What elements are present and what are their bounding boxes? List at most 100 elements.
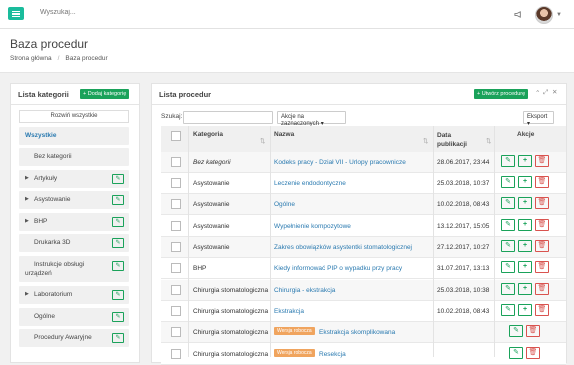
edit-icon[interactable]: ✎ xyxy=(112,312,124,322)
row-name-link[interactable]: Wypełnienie kompozytowe xyxy=(274,223,351,230)
row-checkbox[interactable] xyxy=(171,242,181,252)
caret-right-icon[interactable]: ▶ xyxy=(25,291,29,297)
trash-icon[interactable]: 🗑 xyxy=(535,219,549,231)
add-category-button[interactable]: + Dodaj kategorię xyxy=(80,89,130,99)
edit-icon[interactable]: ✎ xyxy=(501,155,515,167)
export-dropdown[interactable]: Eksport ▾ xyxy=(523,111,554,127)
category-laboratory[interactable]: ▶ Laboratorium ✎ xyxy=(19,286,129,304)
edit-icon[interactable]: ✎ xyxy=(501,197,515,209)
row-checkbox[interactable] xyxy=(171,221,181,231)
caret-right-icon[interactable]: ▶ xyxy=(25,196,29,202)
row-name-link[interactable]: Kiedy informować PIP o wypadku przy prac… xyxy=(274,265,402,272)
chevron-down-icon[interactable]: ▼ xyxy=(556,12,562,18)
row-category: Bez kategorii xyxy=(193,159,231,166)
table-row: Chirurgia stomatologiczna Ekstrakcja 10.02… xyxy=(161,301,566,322)
megaphone-icon[interactable] xyxy=(514,10,523,19)
category-manuals[interactable]: Instrukcje obsługi urządzeń ✎ xyxy=(19,256,129,282)
trash-icon[interactable]: 🗑 xyxy=(535,176,549,188)
table-search-input[interactable] xyxy=(183,111,273,124)
trash-icon[interactable]: 🗑 xyxy=(535,261,549,273)
create-procedure-button[interactable]: + Utwórz procedurę xyxy=(474,89,529,99)
add-icon[interactable]: + xyxy=(518,219,532,231)
trash-icon[interactable]: 🗑 xyxy=(535,197,549,209)
search-input[interactable] xyxy=(40,9,200,16)
row-name-link[interactable]: Ekstrakcja xyxy=(274,308,304,315)
sort-icon[interactable]: ⇅ xyxy=(423,137,428,145)
caret-right-icon[interactable]: ▶ xyxy=(25,218,29,224)
row-name-link[interactable]: Leczenie endodontyczne xyxy=(274,180,346,187)
breadcrumb-home[interactable]: Strona główna xyxy=(10,55,52,62)
expand-all-button[interactable]: Rozwiń wszystkie xyxy=(19,110,129,123)
edit-icon[interactable]: ✎ xyxy=(112,261,124,271)
row-checkbox[interactable] xyxy=(171,327,181,337)
category-no-category[interactable]: Bez kategorii xyxy=(19,148,129,166)
sort-icon[interactable]: ⇅ xyxy=(260,137,265,145)
row-category: Asystowanie xyxy=(193,223,230,230)
add-icon[interactable]: + xyxy=(518,283,532,295)
add-icon[interactable]: + xyxy=(518,304,532,316)
row-name-link[interactable]: Kodeks pracy - Dział VII - Urlopy pracow… xyxy=(274,159,406,166)
trash-icon[interactable]: 🗑 xyxy=(526,347,540,359)
column-category[interactable]: Kategoria xyxy=(193,131,223,138)
category-3d-printer[interactable]: Drukarka 3D ✎ xyxy=(19,234,129,252)
draft-badge: Wersja robocza xyxy=(274,349,315,357)
add-icon[interactable]: + xyxy=(518,240,532,252)
edit-icon[interactable]: ✎ xyxy=(501,283,515,295)
expand-icon[interactable]: ⤢ xyxy=(543,89,548,97)
bulk-actions-dropdown[interactable]: Akcje na zaznaczonych ▾ xyxy=(277,111,346,127)
edit-icon[interactable]: ✎ xyxy=(112,238,124,248)
row-checkbox[interactable] xyxy=(171,349,181,359)
row-date: 10.02.2018, 08:43 xyxy=(437,201,490,208)
edit-icon[interactable]: ✎ xyxy=(112,333,124,343)
edit-icon[interactable]: ✎ xyxy=(501,240,515,252)
column-name[interactable]: Nazwa xyxy=(274,131,294,138)
trash-icon[interactable]: 🗑 xyxy=(535,155,549,167)
chevron-up-icon[interactable]: ⌃ xyxy=(535,89,540,97)
edit-icon[interactable]: ✎ xyxy=(112,195,124,205)
edit-icon[interactable]: ✎ xyxy=(112,174,124,184)
hamburger-menu-button[interactable] xyxy=(8,7,24,20)
edit-icon[interactable]: ✎ xyxy=(509,325,523,337)
category-all[interactable]: Wszystkie xyxy=(19,127,129,145)
row-checkbox[interactable] xyxy=(171,306,181,316)
avatar[interactable] xyxy=(535,6,553,24)
add-icon[interactable]: + xyxy=(518,261,532,273)
add-icon[interactable]: + xyxy=(518,155,532,167)
trash-icon[interactable]: 🗑 xyxy=(535,304,549,316)
trash-icon[interactable]: 🗑 xyxy=(535,240,549,252)
table-row: Chirurgia stomatologiczna Wersja robocza E… xyxy=(161,322,566,343)
select-all-checkbox[interactable] xyxy=(171,131,181,141)
category-assisting[interactable]: ▶ Asystowanie ✎ xyxy=(19,191,129,209)
row-name-link[interactable]: Zakres obowiązków asystentki stomatologi… xyxy=(274,244,412,251)
trash-icon[interactable]: 🗑 xyxy=(535,283,549,295)
edit-icon[interactable]: ✎ xyxy=(509,347,523,359)
category-emergency[interactable]: Procedury Awaryjne ✎ xyxy=(19,329,129,347)
add-icon[interactable]: + xyxy=(518,176,532,188)
category-general[interactable]: Ogólne ✎ xyxy=(19,308,129,326)
category-bhp[interactable]: ▶ BHP ✎ xyxy=(19,213,129,231)
edit-icon[interactable]: ✎ xyxy=(501,261,515,273)
row-name-link[interactable]: Ogólne xyxy=(274,201,295,208)
row-category: Asystowanie xyxy=(193,244,230,251)
edit-icon[interactable]: ✎ xyxy=(501,304,515,316)
draft-badge: Wersja robocza xyxy=(274,327,315,335)
edit-icon[interactable]: ✎ xyxy=(501,176,515,188)
category-articles[interactable]: ▶ Artykuły ✎ xyxy=(19,170,129,188)
close-icon[interactable]: ✕ xyxy=(552,88,557,96)
caret-right-icon[interactable]: ▶ xyxy=(25,175,29,181)
sort-icon[interactable]: ⇅ xyxy=(486,137,491,145)
row-checkbox[interactable] xyxy=(171,199,181,209)
edit-icon[interactable]: ✎ xyxy=(112,217,124,227)
breadcrumb-current: Baza procedur xyxy=(65,55,108,62)
trash-icon[interactable]: 🗑 xyxy=(526,325,540,337)
add-icon[interactable]: + xyxy=(518,197,532,209)
row-checkbox[interactable] xyxy=(171,285,181,295)
edit-icon[interactable]: ✎ xyxy=(501,219,515,231)
row-checkbox[interactable] xyxy=(171,157,181,167)
row-name-link[interactable]: Chirurgia - ekstrakcja xyxy=(274,287,335,294)
column-date[interactable]: Data publikacji xyxy=(437,131,471,149)
row-checkbox[interactable] xyxy=(171,263,181,273)
row-name-link[interactable]: Ekstrakcja skomplikowana xyxy=(319,329,395,336)
edit-icon[interactable]: ✎ xyxy=(112,290,124,300)
row-checkbox[interactable] xyxy=(171,178,181,188)
